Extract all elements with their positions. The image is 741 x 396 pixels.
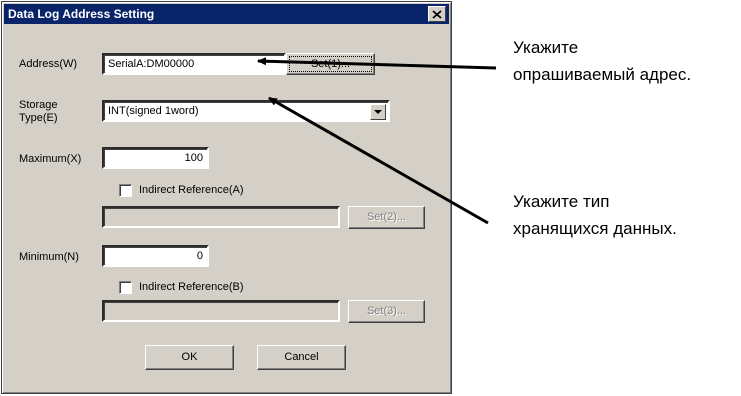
type-annotation: Укажите тип хранящихся данных. bbox=[513, 188, 677, 242]
indirect-reference-a-field[interactable] bbox=[102, 206, 340, 228]
maximum-label: Maximum(X) bbox=[19, 153, 82, 165]
storage-type-label-line1: Storage bbox=[19, 99, 58, 111]
data-log-address-dialog: Data Log Address Setting Address(W) Seri… bbox=[1, 1, 452, 394]
indirect-b-set-label: Set(3)... bbox=[366, 305, 407, 317]
minimum-value: 0 bbox=[196, 250, 203, 262]
address-annotation: Укажите опрашиваемый адрес. bbox=[513, 34, 691, 88]
indirect-reference-a-checkbox[interactable] bbox=[119, 184, 132, 197]
maximum-input[interactable]: 100 bbox=[102, 147, 209, 169]
indirect-a-set-label: Set(2)... bbox=[366, 211, 407, 223]
minimum-input[interactable]: 0 bbox=[102, 245, 209, 267]
type-annotation-line1: Укажите тип bbox=[513, 192, 610, 211]
cancel-button[interactable]: Cancel bbox=[257, 345, 346, 370]
indirect-reference-b-field[interactable] bbox=[102, 300, 340, 322]
indirect-reference-b-label: Indirect Reference(B) bbox=[139, 281, 244, 293]
dropdown-button[interactable] bbox=[370, 104, 386, 120]
ok-button[interactable]: OK bbox=[145, 345, 234, 370]
address-set-button[interactable]: Set(1)... bbox=[286, 53, 375, 75]
indirect-b-set-button[interactable]: Set(3)... bbox=[348, 300, 425, 323]
storage-type-value: INT(signed 1word) bbox=[108, 105, 199, 117]
address-label: Address(W) bbox=[19, 58, 78, 70]
chevron-down-icon bbox=[374, 109, 382, 114]
indirect-reference-b-checkbox[interactable] bbox=[119, 281, 132, 294]
address-value: SerialA:DM00000 bbox=[108, 58, 195, 70]
address-set-label: Set(1)... bbox=[310, 58, 351, 70]
storage-type-label-line2: Type(E) bbox=[19, 112, 58, 124]
address-input[interactable]: SerialA:DM00000 bbox=[102, 53, 286, 75]
storage-type-select[interactable]: INT(signed 1word) bbox=[102, 100, 390, 122]
window-title: Data Log Address Setting bbox=[8, 7, 155, 21]
indirect-a-set-button[interactable]: Set(2)... bbox=[348, 206, 425, 229]
minimum-label: Minimum(N) bbox=[19, 251, 79, 263]
cancel-label: Cancel bbox=[284, 351, 319, 363]
address-annotation-line1: Укажите bbox=[513, 38, 579, 57]
close-button[interactable] bbox=[428, 6, 446, 22]
maximum-value: 100 bbox=[184, 152, 203, 164]
title-bar: Data Log Address Setting bbox=[4, 4, 449, 24]
indirect-reference-a-label: Indirect Reference(A) bbox=[139, 184, 244, 196]
ok-label: OK bbox=[181, 351, 198, 363]
close-icon bbox=[432, 9, 442, 19]
address-annotation-line2: опрашиваемый адрес. bbox=[513, 65, 692, 84]
type-annotation-line2: хранящихся данных. bbox=[513, 219, 677, 238]
